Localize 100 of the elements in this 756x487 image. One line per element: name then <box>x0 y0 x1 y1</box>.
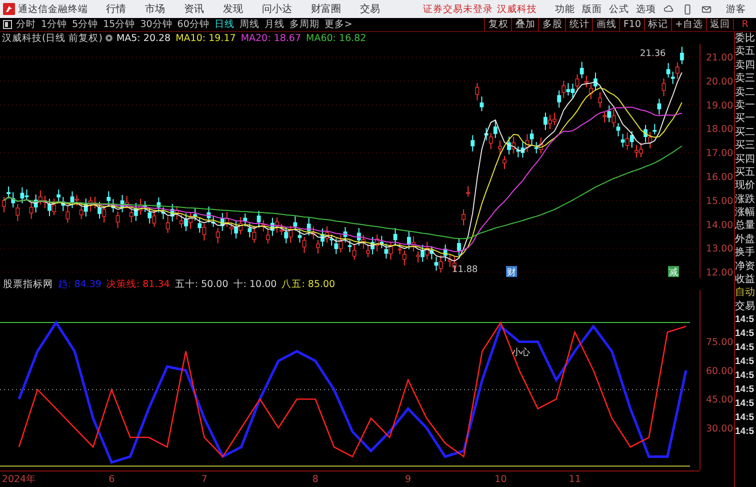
ma-value: MA60: 16.82 <box>306 32 366 44</box>
trade-time: 14:5 <box>735 313 756 328</box>
indicator-axis-label: 60.00 <box>706 366 734 377</box>
quote-label: 卖五 <box>735 45 756 59</box>
quote-label: 涨幅 <box>735 206 756 220</box>
indicator-value: 八五: 85.00 <box>282 278 336 290</box>
panel-icon <box>3 20 12 29</box>
cloud-icon[interactable] <box>663 4 674 14</box>
period-tab[interactable]: 日线 <box>214 18 234 31</box>
quote-label: 买一 <box>735 112 756 126</box>
price-axis-label: 20.00 <box>706 76 734 88</box>
quote-label: 现价 <box>735 179 756 193</box>
candlestick <box>466 186 470 198</box>
candlestick <box>462 208 466 226</box>
toolbar-button[interactable]: 返回 <box>706 18 733 31</box>
toolbar-button[interactable]: 叠加 <box>511 18 538 31</box>
period-tab[interactable]: 1分钟 <box>41 18 68 31</box>
message-icon[interactable] <box>701 4 712 14</box>
candlestick <box>470 134 475 152</box>
quote-label: 涨跌 <box>735 192 756 206</box>
trade-time: 14:5 <box>735 411 756 426</box>
quote-label: 卖三 <box>735 72 756 86</box>
price-axis-label: 15.00 <box>706 196 734 207</box>
quote-label: 外盘 <box>735 232 756 246</box>
price-axis-label: 13.00 <box>706 244 734 255</box>
menu-item[interactable]: 发现 <box>223 2 243 16</box>
quote-label: 卖二 <box>735 86 756 99</box>
indicator-value: 决策线: 81.34 <box>106 278 170 290</box>
phone-icon[interactable] <box>682 4 693 14</box>
trade-time: 14:5 <box>735 355 756 370</box>
quote-label: 交易 <box>735 300 756 314</box>
quote-label: 委比 <box>735 32 756 46</box>
event-marker: 财 <box>506 266 517 278</box>
app-name: 通达信金融终端 <box>18 2 88 16</box>
menu-item[interactable]: 财富圈 <box>311 2 341 16</box>
date-axis-label: 2024年 <box>2 474 36 485</box>
date-axis-label: 10 <box>494 474 507 485</box>
period-tab[interactable]: 多周期 <box>289 18 320 31</box>
toolbar-button[interactable]: F10 <box>619 18 644 31</box>
period-tab[interactable]: 30分钟 <box>140 18 172 31</box>
low-price-label: 11.88 <box>452 265 478 275</box>
ma-value: MA5: 20.28 <box>116 32 171 44</box>
high-price-label: 21.36 <box>640 49 666 59</box>
menu-item[interactable]: 版面 <box>582 2 602 16</box>
menu-item[interactable]: 交易 <box>360 2 380 16</box>
indicator-axis-label: 45.00 <box>706 394 734 406</box>
trade-time: 14:5 <box>735 397 756 412</box>
toolbar-button[interactable]: 多股 <box>538 18 566 31</box>
price-axis-label: 18.00 <box>706 124 734 136</box>
trade-time: 14:5 <box>735 383 756 398</box>
price-axis-label: 19.00 <box>706 100 734 112</box>
quote-label: 买三 <box>735 139 756 153</box>
menu-item[interactable]: 市场 <box>145 2 165 16</box>
quote-label: 卖四 <box>735 58 756 72</box>
toolbar-button[interactable]: +自选 <box>671 18 706 31</box>
date-axis-label: 11 <box>568 474 581 485</box>
menu-item[interactable]: 功能 <box>555 2 575 16</box>
period-tab[interactable]: 60分钟 <box>177 18 210 31</box>
menu-item[interactable]: 问小达 <box>262 2 292 16</box>
price-axis-label: 21.00 <box>706 52 734 64</box>
toolbar-button[interactable]: 标记 <box>644 18 672 31</box>
indicator-value: 五十: 50.00 <box>174 278 228 290</box>
indicator-name: 股票指标网 <box>3 278 53 290</box>
auto-trade-toggle[interactable]: 自动 <box>735 286 756 300</box>
toolbar-button[interactable]: 统计 <box>565 18 592 31</box>
price-axis-label: 16.00 <box>706 172 734 183</box>
corner-button[interactable]: R <box>733 19 756 30</box>
toolbar-button[interactable]: 画线 <box>592 18 620 31</box>
period-tab[interactable]: 更多> <box>324 18 352 31</box>
stock-name: 汉威科技 <box>497 2 537 16</box>
event-marker: 减 <box>668 266 679 278</box>
trade-time: 14:5 <box>735 341 756 356</box>
quote-label: 换手 <box>735 246 756 260</box>
login-notice[interactable]: 证券交易未登录 <box>423 2 493 16</box>
menu-item[interactable]: 公式 <box>609 2 629 16</box>
period-tab[interactable]: 周线 <box>239 18 260 31</box>
chart-title: 汉威科技(日线 前复权) <box>2 32 102 44</box>
date-axis-label: 7 <box>201 474 208 485</box>
menu-item[interactable]: 资讯 <box>184 2 204 16</box>
user-name[interactable]: 游客 <box>726 2 746 16</box>
menu-item[interactable]: 选项 <box>636 2 656 16</box>
trade-time: 14:5 <box>735 327 756 342</box>
quote-label: 买四 <box>735 152 756 166</box>
indicator-value: 十: 10.00 <box>233 278 277 290</box>
quote-label: 买五 <box>735 166 756 180</box>
period-tab[interactable]: 分时 <box>16 18 36 31</box>
quote-label: 总量 <box>735 219 756 233</box>
menu-item[interactable]: 行情 <box>106 2 126 16</box>
date-axis-label: 9 <box>405 474 412 485</box>
toolbar-button[interactable]: 复权 <box>484 18 512 31</box>
gear-icon <box>105 34 114 42</box>
logo-icon <box>3 3 15 15</box>
period-tab[interactable]: 月线 <box>264 18 284 31</box>
period-tab[interactable]: 15分钟 <box>103 18 136 31</box>
date-axis-label: 8 <box>312 474 318 485</box>
trade-time: 14:5 <box>735 425 756 440</box>
ma-value: MA10: 19.17 <box>176 32 236 44</box>
indicator-value: 趋: 84.39 <box>58 278 102 290</box>
price-axis-label: 14.00 <box>706 220 734 231</box>
period-tab[interactable]: 5分钟 <box>72 18 98 31</box>
